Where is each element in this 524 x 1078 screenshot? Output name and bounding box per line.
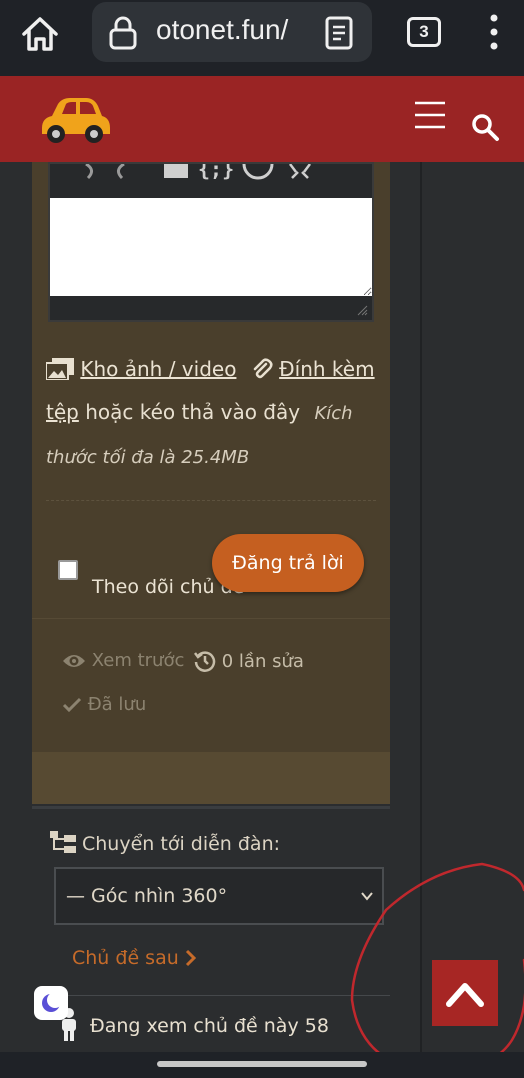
moon-icon bbox=[42, 992, 63, 1012]
media-library-link[interactable]: Kho ảnh / video bbox=[80, 357, 236, 381]
rich-text-editor: {;} bbox=[48, 162, 374, 322]
attach-file-link[interactable]: Đính kèm bbox=[279, 357, 374, 381]
chevron-up-icon bbox=[446, 983, 484, 1007]
site-header bbox=[0, 76, 524, 162]
more-menu-icon[interactable] bbox=[482, 12, 506, 52]
url-text: otonet.fun/ bbox=[156, 14, 289, 45]
divider bbox=[32, 618, 390, 619]
svg-text:{;}: {;} bbox=[198, 164, 234, 181]
car-logo-icon[interactable] bbox=[36, 92, 114, 148]
reply-textarea[interactable] bbox=[50, 198, 372, 296]
forum-select[interactable]: — Góc nhìn 360° bbox=[54, 867, 384, 925]
check-icon bbox=[62, 697, 82, 713]
next-topic-link[interactable]: Chủ đề sau bbox=[72, 947, 197, 969]
back-to-top-button[interactable] bbox=[432, 960, 498, 1026]
right-sidebar bbox=[390, 162, 524, 1052]
left-margin bbox=[0, 162, 32, 1062]
address-bar[interactable]: otonet.fun/ bbox=[92, 2, 372, 62]
viewers-count-text: Đang xem chủ đề này 58 bbox=[90, 1015, 329, 1037]
post-reply-button[interactable]: Đăng trả lời bbox=[212, 534, 364, 592]
dark-mode-toggle[interactable] bbox=[34, 986, 68, 1020]
home-icon[interactable] bbox=[20, 14, 60, 54]
preview-label: Xem trước bbox=[91, 650, 185, 671]
menu-icon[interactable] bbox=[413, 100, 447, 130]
forum-navigation: Chuyển tới diễn đàn: — Góc nhìn 360° Chủ… bbox=[32, 806, 390, 1052]
history-icon bbox=[194, 651, 216, 672]
drag-drop-text: hoặc kéo thả vào đây bbox=[85, 400, 301, 424]
reader-mode-icon[interactable] bbox=[324, 16, 354, 50]
paperclip-icon bbox=[253, 358, 273, 379]
home-gesture-bar[interactable] bbox=[157, 1061, 367, 1067]
browser-toolbar: otonet.fun/ 3 bbox=[0, 0, 524, 76]
chevron-down-icon bbox=[361, 892, 373, 901]
attachment-info: Kho ảnh / video Đính kèm tệp hoặc kéo th… bbox=[45, 348, 376, 479]
chevron-right-icon bbox=[185, 949, 196, 967]
follow-checkbox[interactable] bbox=[58, 560, 78, 580]
jump-to-forum-label: Chuyển tới diễn đàn: bbox=[50, 831, 280, 855]
saved-status: Đã lưu bbox=[62, 694, 146, 715]
divider bbox=[50, 995, 390, 996]
selected-forum: — Góc nhìn 360° bbox=[66, 885, 228, 907]
sitemap-icon bbox=[50, 831, 76, 853]
lock-icon bbox=[109, 16, 137, 50]
tab-switcher-button[interactable]: 3 bbox=[407, 17, 441, 47]
attach-file-link-cont[interactable]: tệp bbox=[46, 400, 79, 424]
saved-label: Đã lưu bbox=[87, 694, 147, 715]
eye-icon bbox=[63, 655, 85, 667]
resize-handle-icon[interactable] bbox=[356, 304, 368, 316]
reply-form: {;} Kho ảnh / video Đính kèm tệp hoặc ké… bbox=[32, 162, 390, 804]
form-footer bbox=[32, 752, 390, 804]
image-gallery-icon bbox=[45, 358, 74, 381]
revision-history-button[interactable]: 0 lần sửa bbox=[194, 650, 304, 672]
preview-button[interactable]: Xem trước bbox=[62, 650, 184, 671]
divider bbox=[46, 500, 376, 501]
search-icon[interactable] bbox=[470, 112, 500, 142]
edits-count-label: 0 lần sửa bbox=[221, 651, 304, 672]
editor-toolbar: {;} bbox=[85, 164, 311, 181]
